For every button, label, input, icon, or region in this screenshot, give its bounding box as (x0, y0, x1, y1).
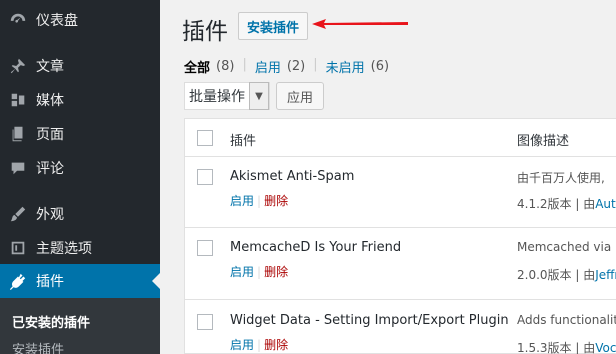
plugin-meta: 1.5.3版本 | 由Voce (517, 339, 616, 354)
plugin-description: Adds functionality (517, 313, 616, 327)
plugin-icon (0, 272, 36, 290)
author-link[interactable]: Jeffr (595, 268, 616, 282)
filter-separator: | (313, 57, 318, 72)
sidebar-item-theme-options[interactable]: 主题选项 (0, 231, 160, 265)
delete-link[interactable]: 删除 (264, 338, 288, 352)
row-actions: 启用 | 删除 (230, 338, 289, 352)
row-actions: 启用 | 删除 (230, 194, 289, 208)
pin-icon (0, 57, 36, 75)
sidebar-item-plugins[interactable]: 插件 (0, 264, 160, 298)
sidebar-item-appearance[interactable]: 外观 (0, 197, 160, 231)
bulk-action-value: 批量操作 (189, 89, 245, 105)
submenu-installed-plugins[interactable]: 已安装的插件 (12, 312, 90, 331)
sidebar-item-label: 外观 (36, 207, 64, 223)
author-link[interactable]: Voce (595, 341, 616, 354)
sidebar-item-label: 文章 (36, 59, 64, 75)
dashboard-icon (0, 11, 36, 29)
table-row: Akismet Anti-Spam 启用 | 删除 由千百万人使用, 4.1.2版本… (185, 157, 616, 228)
plugin-description: 由千百万人使用, (517, 171, 605, 185)
comment-icon (0, 159, 36, 177)
delete-link[interactable]: 删除 (264, 194, 288, 208)
main-content: 插件 安装插件 全部 (8) | 启用 (2) | 未启用 (6) 批量操作 ▼ 应用… (160, 0, 616, 354)
media-icon (0, 91, 36, 109)
table-header-row: 插件 图像描述 (185, 119, 616, 157)
row-actions: 启用 | 删除 (230, 265, 289, 279)
table-row: MemcacheD Is Your Friend 启用 | 删除 Memcached… (185, 228, 616, 300)
author-link[interactable]: Autom (595, 197, 616, 211)
page-title: 插件 (182, 19, 228, 45)
sidebar-item-label: 仪表盘 (36, 13, 78, 29)
sidebar-item-label: 媒体 (36, 93, 64, 109)
row-checkbox[interactable] (197, 240, 213, 256)
admin-sidebar: 仪表盘 文章 媒体 页面 评论 外观 主题选项 插件 已安装的插件 安装插件 (0, 0, 160, 354)
sidebar-item-media[interactable]: 媒体 (0, 83, 160, 117)
filter-inactive[interactable]: 未启用 (6) (326, 57, 389, 76)
plugin-name: Widget Data - Setting Import/Export Plug… (230, 313, 509, 328)
activate-link[interactable]: 启用 (230, 338, 254, 352)
select-all-checkbox[interactable] (197, 130, 213, 146)
activate-link[interactable]: 启用 (230, 194, 254, 208)
add-plugin-button[interactable]: 安装插件 (238, 12, 309, 40)
sidebar-item-pages[interactable]: 页面 (0, 117, 160, 151)
activate-link[interactable]: 启用 (230, 265, 254, 279)
delete-link[interactable]: 删除 (264, 265, 288, 279)
sidebar-item-label: 页面 (36, 127, 64, 143)
plugins-submenu: 已安装的插件 安装插件 (0, 298, 160, 354)
sidebar-item-dashboard[interactable]: 仪表盘 (0, 3, 160, 37)
plugin-meta: 2.0.0版本 | 由Jeffr (517, 266, 616, 283)
apply-button[interactable]: 应用 (276, 82, 325, 110)
column-header-plugin[interactable]: 插件 (230, 130, 256, 149)
appearance-icon (0, 205, 36, 223)
sidebar-item-comments[interactable]: 评论 (0, 151, 160, 185)
bulk-action-select[interactable]: 批量操作 ▼ (184, 82, 270, 110)
submenu-add-plugin[interactable]: 安装插件 (12, 339, 64, 354)
row-checkbox[interactable] (197, 169, 213, 185)
plugin-name: Akismet Anti-Spam (230, 169, 355, 184)
status-filters: 全部 (8) | 启用 (2) | 未启用 (6) (184, 57, 389, 76)
plugin-name: MemcacheD Is Your Friend (230, 240, 402, 255)
filter-separator: | (242, 57, 247, 72)
plugin-meta: 4.1.2版本 | 由Autom (517, 195, 616, 212)
row-checkbox[interactable] (197, 314, 213, 330)
column-header-description: 图像描述 (517, 134, 570, 149)
sidebar-item-label: 评论 (36, 161, 64, 177)
page-icon (0, 125, 36, 143)
table-row: Widget Data - Setting Import/Export Plug… (185, 300, 616, 354)
chevron-down-icon[interactable]: ▼ (249, 82, 269, 110)
sidebar-item-label: 主题选项 (36, 241, 92, 257)
annotation-arrow-icon (312, 19, 408, 29)
theme-options-icon (0, 239, 36, 257)
plugin-description: Memcached via P (517, 240, 616, 254)
sidebar-item-posts[interactable]: 文章 (0, 49, 160, 83)
plugins-table: 插件 图像描述 Akismet Anti-Spam 启用 | 删除 由千百万人使用,… (184, 118, 616, 354)
filter-all[interactable]: 全部 (8) (184, 57, 234, 76)
sidebar-item-label: 插件 (36, 274, 64, 290)
filter-active[interactable]: 启用 (2) (255, 57, 305, 76)
